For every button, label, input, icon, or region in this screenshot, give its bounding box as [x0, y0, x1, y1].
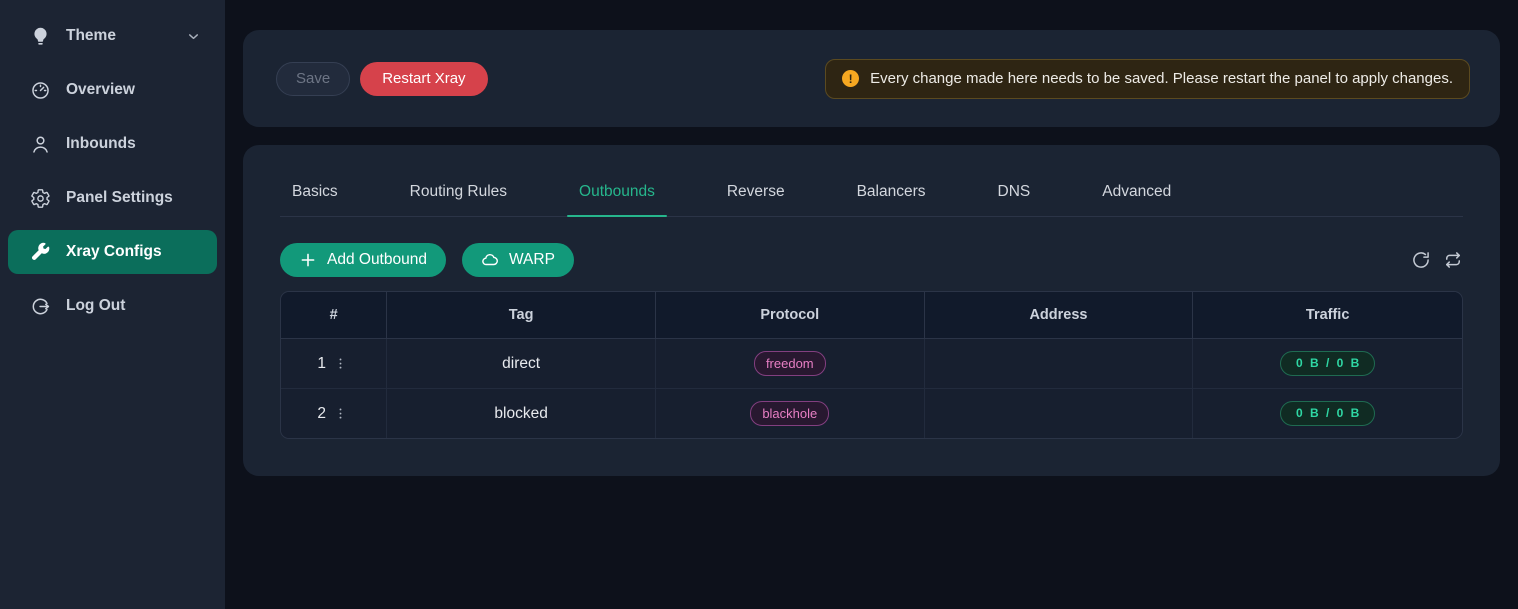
outbounds-actions-row: Add Outbound WARP [280, 243, 1463, 277]
sidebar-item-overview[interactable]: Overview [8, 68, 217, 112]
retweet-icon[interactable] [1443, 250, 1463, 270]
sidebar-item-inbounds[interactable]: Inbounds [8, 122, 217, 166]
add-outbound-button[interactable]: Add Outbound [280, 243, 446, 277]
col-address: Address [925, 292, 1194, 339]
outbounds-table: # Tag Protocol Address Traffic 1 [280, 291, 1463, 439]
tab-advanced[interactable]: Advanced [1090, 183, 1183, 216]
plus-icon [299, 251, 317, 269]
table-row: 2 blocked blackhole 0 B / 0 B [281, 389, 1462, 438]
row-address [925, 339, 1194, 389]
gear-icon [30, 188, 51, 209]
traffic-badge: 0 B / 0 B [1280, 351, 1375, 376]
chevron-down-icon [186, 29, 201, 44]
toolbar-card: Save Restart Xray ! Every change made he… [243, 30, 1500, 127]
tab-routing-rules[interactable]: Routing Rules [398, 183, 519, 216]
row-index: 1 [317, 355, 326, 373]
table-row: 1 direct freedom 0 B / 0 B [281, 339, 1462, 389]
sidebar-item-label: Log Out [66, 297, 125, 315]
sidebar-item-label: Theme [66, 27, 116, 45]
table-tools [1411, 250, 1463, 270]
row-address [925, 389, 1194, 438]
row-menu-icon[interactable] [331, 355, 350, 373]
warp-label: WARP [509, 252, 555, 268]
protocol-badge: blackhole [750, 401, 829, 426]
tab-balancers[interactable]: Balancers [845, 183, 938, 216]
col-protocol: Protocol [656, 292, 925, 339]
sidebar-item-xray-configs[interactable]: Xray Configs [8, 230, 217, 274]
warp-button[interactable]: WARP [462, 243, 574, 277]
wrench-icon [30, 242, 51, 263]
warning-text: Every change made here needs to be saved… [870, 70, 1453, 87]
tab-basics[interactable]: Basics [280, 183, 350, 216]
row-tag: direct [387, 339, 656, 389]
toolbar-buttons: Save Restart Xray [276, 62, 488, 96]
sidebar-item-label: Panel Settings [66, 189, 173, 207]
tab-outbounds[interactable]: Outbounds [567, 183, 667, 216]
tab-dns[interactable]: DNS [986, 183, 1043, 216]
traffic-badge: 0 B / 0 B [1280, 401, 1375, 426]
sidebar-item-label: Inbounds [66, 135, 136, 153]
row-tag: blocked [387, 389, 656, 438]
sidebar-item-theme[interactable]: Theme [8, 14, 217, 58]
sync-icon[interactable] [1411, 250, 1431, 270]
config-tabs: Basics Routing Rules Outbounds Reverse B… [280, 183, 1463, 217]
col-tag: Tag [387, 292, 656, 339]
save-button[interactable]: Save [276, 62, 350, 96]
row-index: 2 [317, 405, 326, 423]
main-content: Save Restart Xray ! Every change made he… [225, 0, 1518, 609]
add-outbound-label: Add Outbound [327, 252, 427, 268]
bulb-icon [30, 26, 51, 47]
warning-icon: ! [842, 70, 859, 87]
tab-reverse[interactable]: Reverse [715, 183, 797, 216]
logout-icon [30, 296, 51, 317]
dashboard-icon [30, 80, 51, 101]
unsaved-changes-warning: ! Every change made here needs to be sav… [825, 59, 1470, 99]
row-menu-icon[interactable] [331, 405, 350, 423]
sidebar-item-label: Overview [66, 81, 135, 99]
table-header-row: # Tag Protocol Address Traffic [281, 292, 1462, 339]
sidebar-item-label: Xray Configs [66, 243, 162, 261]
col-traffic: Traffic [1193, 292, 1462, 339]
restart-xray-button[interactable]: Restart Xray [360, 62, 487, 96]
col-index: # [281, 292, 387, 339]
sidebar-item-panel-settings[interactable]: Panel Settings [8, 176, 217, 220]
xray-config-card: Basics Routing Rules Outbounds Reverse B… [243, 145, 1500, 476]
user-icon [30, 134, 51, 155]
sidebar: Theme Overview Inbounds Panel Settings X… [0, 0, 225, 609]
cloud-icon [481, 251, 499, 269]
protocol-badge: freedom [754, 351, 826, 376]
sidebar-item-log-out[interactable]: Log Out [8, 284, 217, 328]
